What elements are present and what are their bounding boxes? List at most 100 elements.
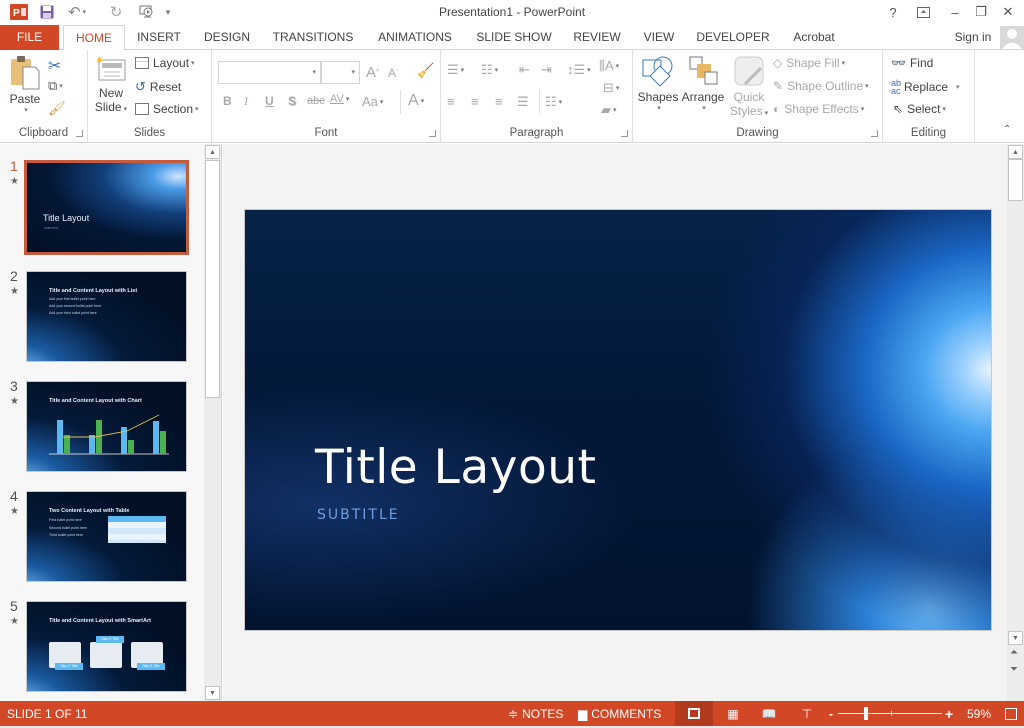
zoom-slider-track[interactable]: [838, 713, 942, 714]
slide-thumbnail-5[interactable]: Title and Content Layout with SmartArt S…: [26, 601, 187, 692]
bold-button[interactable]: B: [223, 94, 232, 108]
decrease-indent-button[interactable]: ⇤: [519, 62, 530, 78]
sign-in-link[interactable]: Sign in: [948, 25, 998, 50]
scroll-down-icon[interactable]: ▼: [205, 686, 220, 700]
reading-view-button[interactable]: 📖: [760, 701, 778, 726]
tab-developer[interactable]: DEVELOPER: [694, 25, 772, 50]
font-size-dropdown[interactable]: ▾: [321, 61, 360, 84]
shape-effects-button[interactable]: ◐ Shape Effects ▾: [773, 102, 864, 116]
convert-to-smartart-button[interactable]: ▰ ▾: [601, 102, 617, 118]
slide-subtitle[interactable]: SUBTITLE: [317, 507, 400, 523]
notes-button[interactable]: ≑ NOTES: [508, 701, 563, 726]
slide-sorter-button[interactable]: ▦: [724, 701, 742, 726]
slide-scrollbar[interactable]: ▲ ▼ ⏶ ⏷: [1007, 144, 1024, 701]
tab-insert[interactable]: INSERT: [130, 25, 188, 50]
reset-button[interactable]: ↺ Reset: [135, 79, 181, 95]
next-slide-icon[interactable]: ⏷: [1010, 664, 1018, 675]
paragraph-launcher[interactable]: [621, 130, 628, 137]
notes-icon: ≑: [508, 706, 519, 721]
tab-slide-show[interactable]: SLIDE SHOW: [472, 25, 556, 50]
tab-file[interactable]: FILE: [0, 25, 59, 50]
scrollbar-thumb[interactable]: [205, 160, 220, 398]
cut-button[interactable]: ✂: [48, 56, 61, 76]
tab-animations[interactable]: ANIMATIONS: [370, 25, 460, 50]
layout-button[interactable]: Layout ▾: [135, 56, 195, 70]
quick-styles-button[interactable]: Quick Styles ▾: [728, 54, 770, 124]
align-right-button[interactable]: ≡: [495, 94, 503, 109]
zoom-slider-thumb[interactable]: [864, 707, 869, 720]
scroll-up-icon[interactable]: ▲: [205, 145, 220, 159]
normal-view-button[interactable]: [675, 701, 713, 726]
change-case-button[interactable]: Aa ▾: [362, 94, 383, 109]
zoom-in-button[interactable]: +: [945, 701, 953, 726]
current-slide[interactable]: Title Layout SUBTITLE: [244, 209, 992, 631]
scrollbar-thumb[interactable]: [1008, 159, 1023, 201]
shadow-button[interactable]: S: [288, 94, 296, 108]
character-spacing-button[interactable]: AV ▾: [330, 93, 349, 105]
shape-outline-button[interactable]: ✎ Shape Outline ▾: [773, 79, 869, 93]
bullets-button[interactable]: ☰ ▾: [447, 62, 464, 78]
font-color-button[interactable]: A ▾: [408, 92, 424, 110]
slide-thumbnail-2[interactable]: Title and Content Layout with List Add y…: [26, 271, 187, 362]
strikethrough-button[interactable]: abc: [307, 95, 325, 107]
justify-button[interactable]: ☰: [517, 94, 529, 110]
shapes-button[interactable]: Shapes ▾: [638, 54, 678, 124]
slide-thumbnail-4[interactable]: Two Content Layout with Table First bull…: [26, 491, 187, 582]
format-painter-button[interactable]: 🖌: [48, 100, 66, 117]
grow-font-button[interactable]: A ^: [366, 64, 379, 81]
font-launcher[interactable]: [429, 130, 436, 137]
user-avatar-icon[interactable]: [1000, 26, 1024, 49]
reset-icon: ↺: [135, 79, 146, 94]
slide-show-button[interactable]: ⊤: [798, 701, 816, 726]
fit-slide-button[interactable]: [1003, 701, 1019, 726]
tab-transitions[interactable]: TRANSITIONS: [268, 25, 358, 50]
italic-button[interactable]: I: [244, 94, 248, 109]
find-button[interactable]: 👓 Find: [891, 56, 933, 70]
close-icon[interactable]: ✕: [997, 3, 1019, 21]
tab-review[interactable]: REVIEW: [568, 25, 626, 50]
new-slide-button[interactable]: ✷ New Slide ▾: [92, 54, 130, 124]
drawing-launcher[interactable]: [871, 130, 878, 137]
tab-design[interactable]: DESIGN: [198, 25, 256, 50]
slide-thumbnail-3[interactable]: Title and Content Layout with Chart: [26, 381, 187, 472]
tab-acrobat[interactable]: Acrobat: [784, 25, 844, 50]
zoom-out-button[interactable]: -: [829, 701, 833, 726]
increase-indent-button[interactable]: ⇥: [541, 62, 552, 78]
collapse-ribbon-icon[interactable]: ⌃: [1003, 124, 1011, 135]
scroll-down-icon[interactable]: ▼: [1008, 631, 1023, 645]
font-name-dropdown[interactable]: ▾: [218, 61, 321, 84]
ribbon-display-options-icon[interactable]: [912, 3, 934, 21]
previous-slide-icon[interactable]: ⏶: [1010, 647, 1018, 658]
slide-thumbnail-1[interactable]: Title Layout SUBTITLE: [24, 160, 189, 255]
columns-button[interactable]: ☷ ▾: [545, 94, 562, 110]
underline-button[interactable]: U: [265, 94, 274, 108]
select-button[interactable]: ⇖ Select ▾: [893, 102, 946, 116]
arrange-button[interactable]: Arrange ▾: [681, 54, 725, 124]
thumbnail-scrollbar[interactable]: ▲ ▼: [204, 144, 221, 701]
line-spacing-button[interactable]: ↕☰ ▾: [567, 62, 591, 78]
numbering-button[interactable]: ☷ ▾: [481, 62, 498, 78]
copy-button[interactable]: ⧉ ▾: [48, 78, 63, 94]
minimize-icon[interactable]: –: [944, 3, 966, 21]
help-icon[interactable]: ?: [882, 3, 904, 21]
section-button[interactable]: Section ▾: [135, 102, 199, 116]
scroll-up-icon[interactable]: ▲: [1008, 145, 1023, 159]
shape-fill-button[interactable]: ◇ Shape Fill ▾: [773, 56, 845, 70]
tab-home[interactable]: HOME: [63, 25, 125, 51]
comments-button[interactable]: ▆ COMMENTS: [578, 701, 661, 726]
text-direction-button[interactable]: ⫼A ▾: [599, 58, 619, 74]
app-title: Presentation1 - PowerPoint: [438, 5, 586, 19]
clipboard-launcher[interactable]: [76, 130, 83, 137]
shrink-font-button[interactable]: Aˇ: [388, 66, 398, 80]
tab-view[interactable]: VIEW: [636, 25, 682, 50]
zoom-level[interactable]: 59%: [967, 701, 991, 726]
replace-button[interactable]: ab ac Replace ▾: [891, 79, 960, 96]
align-left-button[interactable]: ≡: [447, 94, 455, 109]
slide-title[interactable]: Title Layout: [315, 440, 596, 495]
paste-button[interactable]: Paste ▾: [6, 54, 44, 134]
slide-number: 1: [10, 158, 18, 174]
clear-formatting-button[interactable]: 🧹: [417, 62, 434, 79]
restore-icon[interactable]: ❐: [970, 3, 992, 21]
align-text-button[interactable]: ⊟ ▾: [603, 80, 619, 96]
center-button[interactable]: ≡: [471, 94, 479, 109]
